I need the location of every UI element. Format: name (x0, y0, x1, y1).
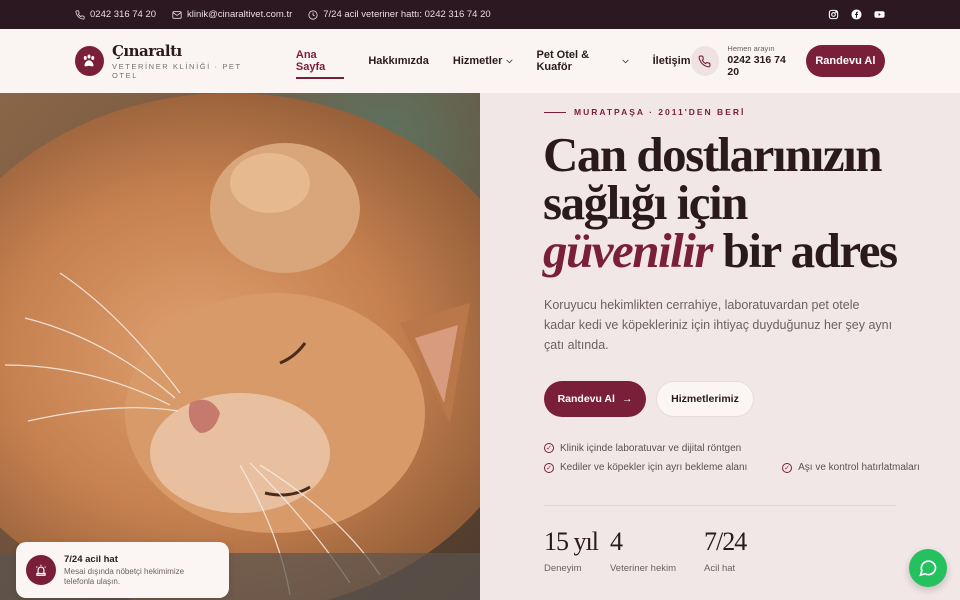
brand-tagline: VETERİNER KLİNİĞİ · PET OTEL (111, 62, 242, 80)
main-nav: Ana Sayfa Hakkımızda Hizmetler ⌵ Pet Otel… (295, 49, 691, 79)
topbar-email-text: klinik@cinaraltivet.com.tr (187, 9, 293, 20)
header-appointment-button[interactable]: Randevu Al (805, 45, 885, 77)
facebook-icon[interactable] (851, 9, 862, 20)
phone-icon (690, 46, 720, 76)
main-header: Çınaraltı VETERİNER KLİNİĞİ · PET OTEL A… (0, 29, 960, 93)
phone-icon (75, 9, 85, 20)
nav-label: İletişim (652, 55, 691, 67)
divider (544, 505, 896, 506)
stat-vets: 4 Veteriner hekim (610, 527, 704, 574)
stat-value: 7/24 (704, 527, 747, 556)
stat-value: 15 yıl (544, 527, 599, 556)
nav-label: Pet Otel & Kuaför (536, 49, 590, 73)
hero-content: MURATPAŞA · 2011'DEN BERİ Can dostlarını… (480, 93, 960, 600)
check-circle-icon: ✓ (544, 443, 554, 453)
feature-list: ✓ Klinik içinde laboratuvar ve dijital r… (544, 442, 920, 481)
headline-line-1: Can dostlarınızın (543, 127, 882, 182)
check-circle-icon: ✓ (782, 462, 793, 473)
topbar-emergency: 7/24 acil veteriner hattı: 0242 316 74 2… (308, 9, 491, 20)
mail-icon (172, 10, 182, 19)
hero-cat-image (0, 93, 480, 600)
top-bar: 0242 316 74 20 klinik@cinaraltivet.com.t… (0, 0, 960, 29)
nav-label: Ana Sayfa (295, 49, 326, 73)
feature-text: Kediler ve köpekler için ayrı bekleme al… (560, 462, 748, 473)
logo-text[interactable]: Çınaraltı VETERİNER KLİNİĞİ · PET OTEL (112, 42, 266, 80)
nav-item-about[interactable]: Hakkımızda (368, 55, 429, 67)
call-number: 0242 316 74 20 (727, 54, 786, 78)
brand-name: Çınaraltı (111, 42, 182, 60)
emergency-card[interactable]: 7/24 acil hat Mesai dışında nöbetçi heki… (16, 542, 229, 598)
topbar-phone[interactable]: 0242 316 74 20 (75, 9, 156, 20)
siren-icon (26, 555, 56, 585)
topbar-emergency-text: 7/24 acil veteriner hattı: 0242 316 74 2… (323, 9, 491, 20)
list-item: ✓ Klinik içinde laboratuvar ve dijital r… (544, 443, 741, 454)
topbar-email[interactable]: klinik@cinaraltivet.com.tr (172, 9, 292, 20)
eyebrow-line (544, 111, 566, 113)
nav-label: Hizmetler (452, 55, 503, 67)
clock-icon (308, 9, 318, 20)
nav-item-contact[interactable]: İletişim (653, 55, 691, 67)
logo-paw-icon[interactable] (75, 46, 104, 76)
stats-row: 15 yıl Deneyim 4 Veteriner hekim 7/24 Ac… (544, 527, 747, 574)
list-item: ✓ Aşı ve kontrol hatırlatmaları (782, 462, 920, 473)
stat-label: Veteriner hekim (610, 563, 677, 574)
chat-bubble-icon (919, 560, 937, 577)
hero-appointment-button[interactable]: Randevu Al → (544, 381, 646, 417)
instagram-icon[interactable] (828, 9, 839, 20)
headline-line-3: bir adres (711, 223, 898, 278)
eyebrow-text: MURATPAŞA · 2011'DEN BERİ (574, 107, 746, 117)
chevron-down-icon: ⌵ (506, 56, 513, 65)
stat-label: Deneyim (544, 563, 582, 574)
feature-text: Aşı ve kontrol hatırlatmaları (798, 462, 920, 473)
nav-item-home[interactable]: Ana Sayfa (295, 49, 345, 79)
stat-value: 4 (610, 527, 623, 556)
whatsapp-chat-button[interactable] (909, 549, 947, 587)
list-item: ✓ Kediler ve köpekler için ayrı bekleme … (544, 462, 747, 473)
feature-text: Klinik içinde laboratuvar ve dijital rön… (560, 442, 742, 454)
services-button[interactable]: Hizmetlerimiz (656, 381, 754, 417)
topbar-phone-text: 0242 316 74 20 (90, 9, 157, 20)
hero-lead: Koruyucu hekimlikten cerrahiye, laboratu… (544, 298, 893, 352)
hero-headline: Can dostlarınızın sağlığı için güvenilir… (543, 130, 943, 278)
nav-item-pet-hotel[interactable]: Pet Otel & Kuaför ⌵ (536, 49, 628, 73)
emergency-card-title: 7/24 acil hat (64, 553, 118, 565)
arrow-right-icon: → (621, 393, 633, 405)
emergency-card-text: Mesai dışında nöbetçi hekimimize telefon… (64, 566, 185, 586)
nav-item-services[interactable]: Hizmetler ⌵ (453, 55, 513, 67)
nav-label: Hakkımızda (368, 55, 429, 67)
headline-line-2: sağlığı için (543, 175, 748, 230)
hero-cta-row: Randevu Al → Hizmetlerimiz (544, 381, 754, 417)
social-links (828, 9, 885, 20)
stat-emergency: 7/24 Acil hat (704, 527, 747, 574)
check-circle-icon: ✓ (544, 462, 554, 473)
headline-emphasis: güvenilir (543, 223, 713, 278)
stat-experience: 15 yıl Deneyim (544, 527, 610, 574)
hero-appointment-label: Randevu Al (557, 393, 615, 405)
youtube-icon[interactable] (874, 9, 885, 20)
chevron-down-icon: ⌵ (622, 56, 629, 65)
hero-eyebrow: MURATPAŞA · 2011'DEN BERİ (544, 107, 745, 117)
call-label: Hemen arayın (727, 44, 775, 53)
call-box[interactable]: Hemen arayın 0242 316 74 20 (690, 44, 798, 78)
stat-label: Acil hat (704, 563, 736, 574)
